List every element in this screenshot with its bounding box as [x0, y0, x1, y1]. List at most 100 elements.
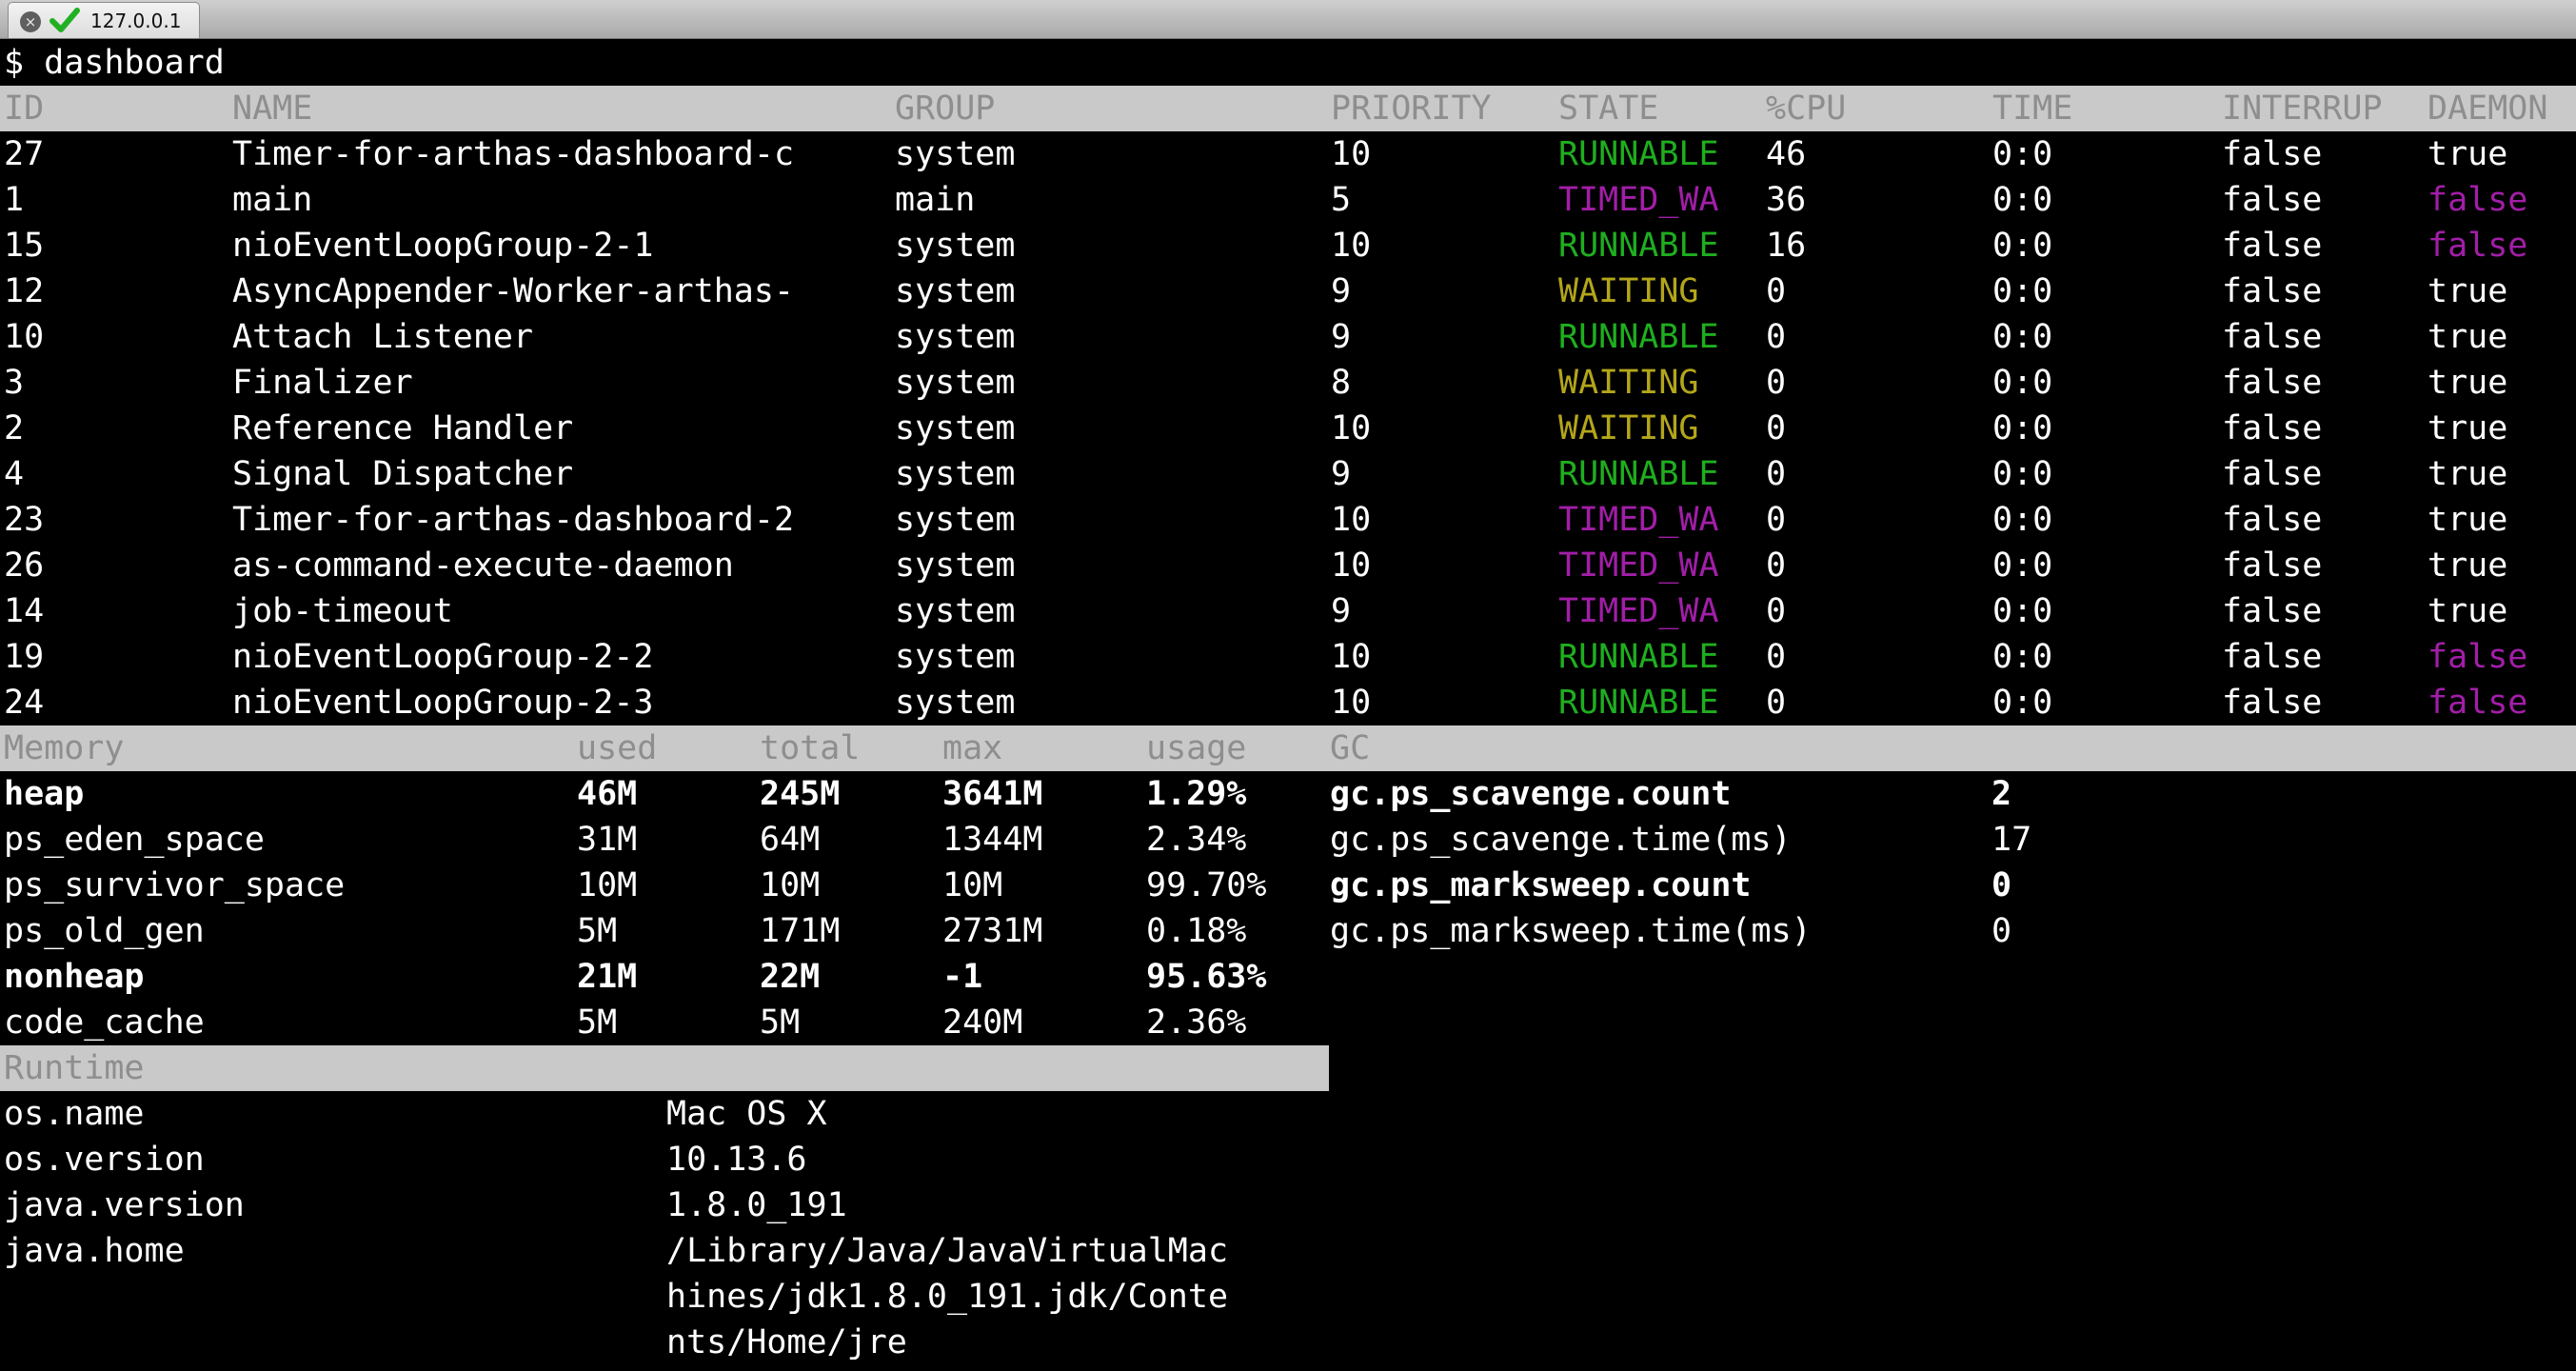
memory-usage: 99.70%	[1146, 866, 1267, 904]
thread-cpu: 0	[1766, 592, 1787, 630]
thread-row: 23 Timer-for-arthas-dashboard-2 system 10 TI…	[0, 497, 2576, 543]
thread-name: Timer-for-arthas-dashboard-2	[232, 501, 795, 539]
thread-state: RUNNABLE	[1558, 227, 1719, 265]
thread-cpu: 0	[1766, 684, 1787, 722]
memory-row: code_cache 5M 5M 240M 2.36%	[0, 1000, 1329, 1045]
terminal-tab[interactable]: × 127.0.0.1	[8, 2, 200, 38]
thread-id: 1	[4, 181, 25, 219]
thread-cpu: 46	[1766, 135, 1807, 173]
memory-name: heap	[4, 775, 85, 813]
thread-time: 0:0	[1992, 272, 2053, 310]
col-name-header: NAME	[232, 89, 313, 128]
gc-value: 0	[1991, 866, 2012, 904]
thread-group: system	[895, 638, 1016, 676]
thread-priority: 10	[1331, 135, 1372, 173]
thread-id: 4	[4, 455, 25, 493]
runtime-row: java.version 1.8.0_191	[0, 1182, 1329, 1228]
thread-state: TIMED_WA	[1558, 181, 1719, 219]
memory-used: 5M	[577, 912, 618, 950]
runtime-value: 10.13.6	[666, 1141, 807, 1179]
memory-name: nonheap	[4, 958, 145, 996]
memory-total: 22M	[760, 958, 821, 996]
runtime-row: nts/Home/jre	[0, 1320, 1329, 1365]
gc-name: gc.ps_scavenge.count	[1330, 775, 1732, 813]
thread-row: 12 AsyncAppender-Worker-arthas-system 9 WAI…	[0, 268, 2576, 314]
thread-cpu: 0	[1766, 546, 1787, 585]
thread-daemon: false	[2427, 181, 2528, 219]
thread-daemon: true	[2427, 455, 2508, 493]
memory-name: code_cache	[4, 1003, 205, 1042]
thread-state: TIMED_WA	[1558, 501, 1719, 539]
memory-usage: 1.29%	[1146, 775, 1247, 813]
thread-interrupted: false	[2222, 181, 2323, 219]
memory-used: 21M	[577, 958, 638, 996]
thread-id: 24	[4, 684, 45, 722]
thread-time: 0:0	[1992, 592, 2053, 630]
thread-name: Reference Handler	[232, 409, 574, 447]
thread-id: 14	[4, 592, 45, 630]
memory-row: ps_old_gen 5M 171M 2731M 0.18%	[0, 908, 1329, 954]
thread-priority: 10	[1331, 409, 1372, 447]
thread-group: system	[895, 546, 1016, 585]
thread-row: 4 Signal Dispatcher system 9 RUNNABLE 0 0:0 fal…	[0, 451, 2576, 497]
close-icon[interactable]: ×	[20, 11, 41, 32]
memory-used: 10M	[577, 866, 638, 904]
thread-daemon: true	[2427, 364, 2508, 402]
col-cpu-header: %CPU	[1766, 89, 1847, 128]
memory-row: ps_eden_space 31M 64M 1344M 2.34%	[0, 817, 1329, 863]
thread-interrupted: false	[2222, 409, 2323, 447]
thread-state: RUNNABLE	[1558, 455, 1719, 493]
thread-name: nioEventLoopGroup-2-1	[232, 227, 654, 265]
thread-interrupted: false	[2222, 135, 2323, 173]
thread-row: 24 nioEventLoopGroup-2-3 system 10 RUNNABLE 0…	[0, 680, 2576, 725]
memory-row: heap 46M 245M 3641M 1.29%	[0, 771, 1329, 817]
thread-table-header: ID NAME GROUP PRIORITY STATE %CPU TIME I…	[0, 86, 2576, 131]
thread-daemon: true	[2427, 546, 2508, 585]
memory-max: 2731M	[942, 912, 1043, 950]
memory-name: ps_eden_space	[4, 821, 265, 859]
col-id-header: ID	[4, 89, 45, 128]
thread-group: system	[895, 227, 1016, 265]
checkmark-icon	[50, 8, 80, 32]
gc-value: 17	[1991, 821, 2032, 859]
thread-row: 1 main main 5 TIMED_WA 36 0:0 false false	[0, 177, 2576, 223]
memory-used-header: used	[577, 729, 658, 767]
memory-total: 171M	[760, 912, 841, 950]
thread-priority: 10	[1331, 501, 1372, 539]
runtime-value: nts/Home/jre	[666, 1323, 907, 1361]
thread-name: Finalizer	[232, 364, 413, 402]
thread-time: 0:0	[1992, 364, 2053, 402]
thread-group: system	[895, 501, 1016, 539]
thread-name: nioEventLoopGroup-2-2	[232, 638, 654, 676]
thread-priority: 5	[1331, 181, 1352, 219]
thread-interrupted: false	[2222, 272, 2323, 310]
runtime-name: java.home	[4, 1232, 185, 1270]
thread-row: 10 Attach Listener system 9 RUNNABLE 0 0:0 fals…	[0, 314, 2576, 360]
gc-header: GC	[1330, 729, 1371, 767]
thread-priority: 9	[1331, 318, 1352, 356]
thread-daemon: false	[2427, 227, 2528, 265]
thread-priority: 9	[1331, 592, 1352, 630]
thread-row: 14 job-timeout system 9 TIMED_WA 0 0:0 false tru…	[0, 588, 2576, 634]
thread-time: 0:0	[1992, 455, 2053, 493]
runtime-row: java.home/Library/Java/JavaVirtualMac	[0, 1228, 1329, 1274]
memory-usage-header: usage	[1146, 729, 1247, 767]
thread-id: 26	[4, 546, 45, 585]
memory-total: 245M	[760, 775, 841, 813]
thread-id: 12	[4, 272, 45, 310]
thread-time: 0:0	[1992, 684, 2053, 722]
thread-id: 10	[4, 318, 45, 356]
thread-id: 19	[4, 638, 45, 676]
thread-group: system	[895, 592, 1016, 630]
thread-priority: 10	[1331, 227, 1372, 265]
gc-value: 2	[1991, 775, 2012, 813]
memory-used: 46M	[577, 775, 638, 813]
col-group-header: GROUP	[895, 89, 996, 128]
memory-total: 5M	[760, 1003, 801, 1042]
thread-cpu: 16	[1766, 227, 1807, 265]
runtime-header-label: Runtime	[4, 1049, 145, 1087]
thread-group: system	[895, 272, 1016, 310]
thread-state: RUNNABLE	[1558, 638, 1719, 676]
thread-cpu: 0	[1766, 455, 1787, 493]
memory-usage: 0.18%	[1146, 912, 1247, 950]
